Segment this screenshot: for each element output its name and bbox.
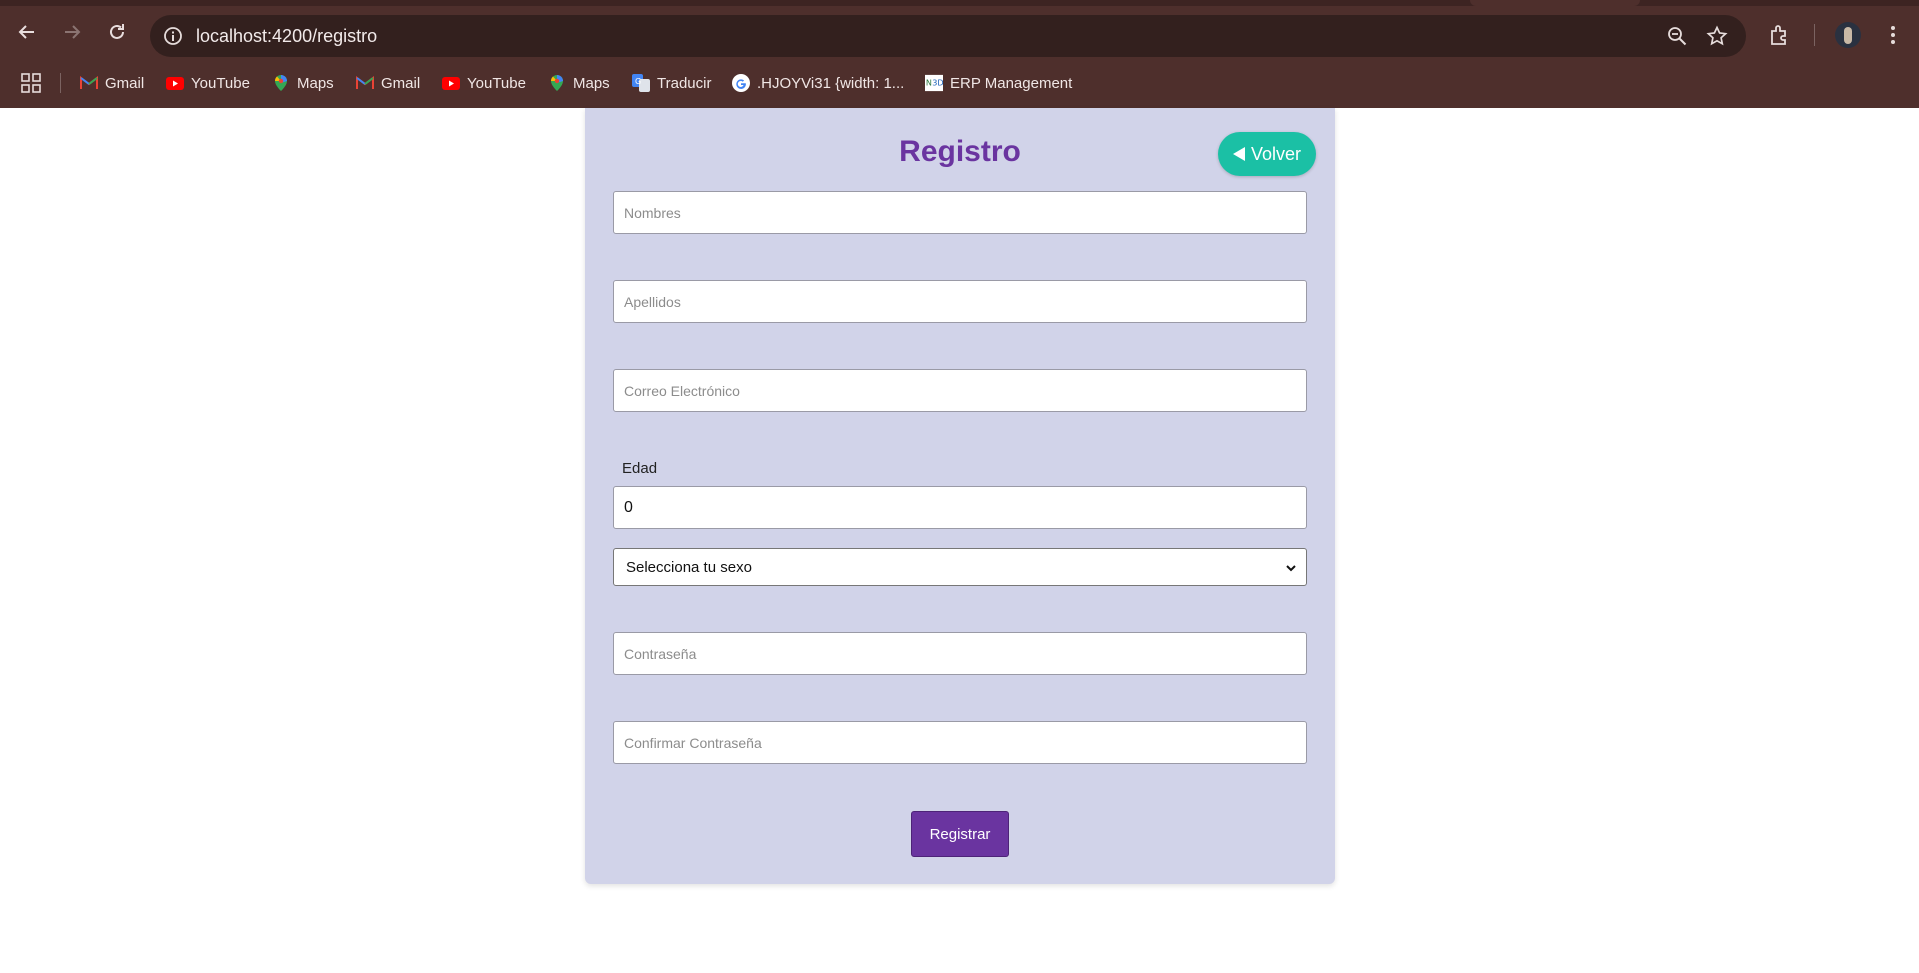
triangle-left-icon: [1232, 147, 1245, 161]
gmail-icon: [356, 74, 374, 92]
registrar-button[interactable]: Registrar: [911, 811, 1009, 857]
reload-icon: [110, 24, 124, 39]
apps-grid-icon[interactable]: [20, 72, 42, 94]
svg-text:3D: 3D: [932, 78, 943, 88]
back-nav-button[interactable]: [9, 14, 45, 50]
youtube-icon: [442, 74, 460, 92]
arrow-left-icon: [18, 25, 34, 39]
google-icon: [732, 74, 750, 92]
bookmark-maps-2[interactable]: Maps: [548, 70, 610, 96]
bookmark-gmail[interactable]: Gmail: [80, 70, 144, 96]
url-text[interactable]: localhost:4200/registro: [196, 26, 377, 47]
bookmark-youtube[interactable]: YouTube: [166, 70, 250, 96]
reload-button[interactable]: [99, 14, 135, 50]
maps-icon: [548, 74, 566, 92]
registro-card: Registro Volver Edad Selecciona tu sexo …: [585, 108, 1335, 884]
volver-label: Volver: [1250, 143, 1302, 164]
gmail-icon: [80, 74, 98, 92]
erp-icon: N 3D: [925, 74, 943, 92]
chevron-down-icon: [1286, 565, 1296, 572]
edad-label: Edad: [622, 460, 658, 477]
toolbar-divider: [1814, 24, 1815, 46]
bookmarks-divider: [60, 73, 61, 93]
bookmark-youtube-2[interactable]: YouTube: [442, 70, 526, 96]
sexo-select[interactable]: Selecciona tu sexo: [613, 548, 1307, 586]
svg-text:N: N: [926, 78, 932, 88]
bookmark-maps[interactable]: Maps: [272, 70, 334, 96]
arrow-right-icon: [65, 25, 81, 39]
bookmark-traducir[interactable]: G Traducir: [632, 70, 711, 96]
zoom-icon[interactable]: [1666, 25, 1688, 47]
volver-button[interactable]: Volver: [1218, 132, 1316, 176]
profile-avatar[interactable]: [1835, 22, 1861, 48]
active-tab-edge[interactable]: [1470, 0, 1640, 6]
svg-text:G: G: [635, 77, 641, 86]
bookmark-label: YouTube: [191, 74, 250, 92]
correo-field[interactable]: [613, 369, 1307, 412]
bookmark-label: .HJOYVi31 {width: 1...: [757, 74, 905, 92]
bookmark-label: Gmail: [105, 74, 145, 92]
youtube-icon: [166, 74, 184, 92]
menu-kebab-icon[interactable]: [1880, 22, 1906, 48]
password-field[interactable]: [613, 632, 1307, 675]
maps-icon: [272, 74, 290, 92]
bookmark-gmail-2[interactable]: Gmail: [356, 70, 420, 96]
edad-field[interactable]: [613, 486, 1307, 529]
apellidos-field[interactable]: [613, 280, 1307, 323]
bookmark-label: YouTube: [467, 74, 526, 92]
address-bar[interactable]: localhost:4200/registro: [150, 15, 1746, 57]
bookmark-label: Gmail: [381, 74, 421, 92]
bookmarks-bar: Gmail YouTube Maps Gmail YouTube Maps G …: [0, 66, 1919, 98]
forward-nav-button[interactable]: [54, 14, 90, 50]
sexo-selected-value: Selecciona tu sexo: [626, 558, 752, 576]
bookmark-label: Maps: [297, 74, 334, 92]
bookmark-label: Traducir: [657, 74, 712, 92]
bookmark-label: Maps: [573, 74, 610, 92]
bookmark-label: ERP Management: [950, 74, 1073, 92]
nombres-field[interactable]: [613, 191, 1307, 234]
browser-chrome: localhost:4200/registro Gmail YouTube Ma…: [0, 0, 1919, 108]
bookmark-star-icon[interactable]: [1706, 25, 1728, 47]
confirm-password-field[interactable]: [613, 721, 1307, 764]
bookmark-erp[interactable]: N 3D ERP Management: [925, 70, 1072, 96]
extensions-icon[interactable]: [1767, 22, 1793, 48]
translate-icon: G: [632, 74, 650, 92]
bookmark-google-search[interactable]: .HJOYVi31 {width: 1...: [732, 70, 904, 96]
site-info-icon[interactable]: [162, 25, 184, 47]
